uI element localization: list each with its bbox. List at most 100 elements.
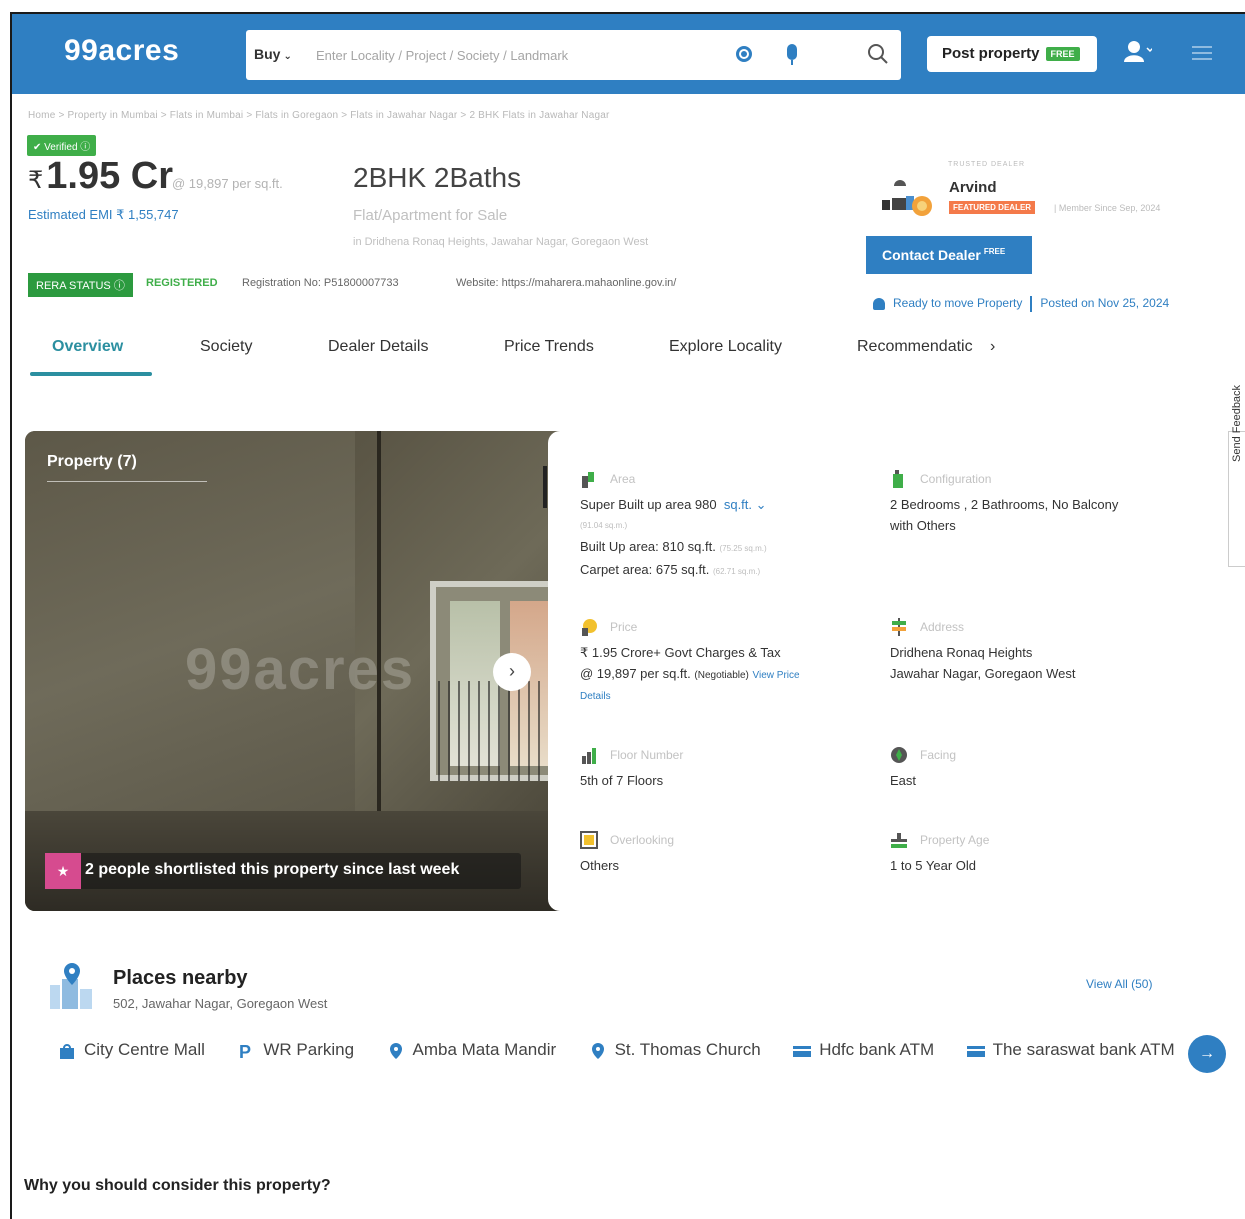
property-title: 2BHK 2Baths [353, 162, 522, 193]
place-chip-label: Amba Mata Mandir [412, 1040, 557, 1059]
hamburger-menu-icon[interactable] [1192, 46, 1212, 60]
unit-dropdown[interactable]: sq.ft. [724, 497, 752, 512]
price-value: 1.95 Cr [46, 155, 174, 197]
tab-price-trends[interactable]: Price Trends [504, 338, 594, 356]
search-icon[interactable] [866, 42, 890, 66]
star-icon: ★ [45, 853, 81, 889]
built-area-sqm: (75.25 sq.m.) [719, 544, 767, 553]
active-tab-indicator [30, 372, 152, 376]
tab-overview[interactable]: Overview [52, 338, 123, 356]
post-property-label: Post property [942, 45, 1040, 62]
details-panel-marker [543, 466, 547, 508]
price-values: ₹ 1.95 Crore+ Govt Charges & Tax @ 19,89… [580, 642, 800, 707]
map-pin-icon [389, 1042, 402, 1059]
buy-label: Buy [254, 46, 281, 62]
facing-value: East [890, 773, 917, 788]
floor-icon [582, 748, 596, 764]
tab-dealer-details[interactable]: Dealer Details [328, 338, 428, 356]
post-property-button[interactable]: Post property FREE [927, 36, 1097, 72]
send-feedback-label: Send Feedback [1231, 384, 1243, 462]
mic-icon[interactable] [787, 44, 797, 65]
rera-registered: REGISTERED [146, 277, 218, 289]
place-chip[interactable]: St. Thomas Church [589, 1040, 761, 1060]
contact-dealer-label: Contact Dealer [882, 247, 981, 263]
floor-value: 5th of 7 Floors [580, 773, 664, 788]
place-chip-label: WR Parking [263, 1040, 355, 1059]
tab-explore-locality[interactable]: Explore Locality [669, 338, 782, 356]
search-box: Buy ⌄ [246, 30, 901, 80]
places-nearby-subtitle: 502, Jawahar Nagar, Goregaon West [113, 996, 328, 1011]
compass-icon [891, 747, 907, 763]
property-gallery[interactable]: Property (7) 99acres › ★ 2 people shortl… [25, 431, 585, 911]
area-icon [582, 472, 594, 488]
place-chip[interactable]: P WR Parking [237, 1040, 354, 1060]
places-nearby-title: Places nearby [113, 967, 248, 989]
watermark: 99acres [185, 637, 416, 702]
featured-dealer-badge: FEATURED DEALER [949, 201, 1036, 214]
place-chip[interactable]: Hdfc bank ATM [793, 1040, 934, 1060]
atm-card-icon [793, 1045, 812, 1057]
price-label: Price [610, 620, 638, 634]
configuration-icon [893, 470, 903, 488]
place-chip[interactable]: The saraswat bank ATM [966, 1040, 1175, 1060]
price-details-link[interactable]: Details [580, 686, 800, 707]
gallery-next-button[interactable]: › [493, 653, 531, 691]
places-nearby-icon [50, 963, 92, 1009]
address-values: Dridhena Ronaq Heights Jawahar Nagar, Go… [890, 642, 1075, 684]
area-label: Area [610, 472, 636, 486]
logo[interactable]: 99acres [64, 34, 179, 68]
super-area: Super Built up area 980 [580, 497, 717, 512]
super-area-sqm: (91.04 sq.m.) [580, 521, 628, 530]
status-line: Ready to move Property Posted on Nov 25, … [873, 296, 1169, 312]
place-chip[interactable]: Amba Mata Mandir [387, 1040, 557, 1060]
places-scroll-right-button[interactable]: → [1188, 1035, 1226, 1073]
window-icon [580, 831, 598, 849]
rera-registration-number: Registration No: P51800007733 [242, 277, 399, 289]
carpet-area-sqm: (62.71 sq.m.) [712, 567, 761, 576]
buy-dropdown[interactable]: Buy ⌄ [254, 46, 292, 62]
places-chip-list: City Centre Mall P WR Parking Amba Mata M… [58, 1040, 1198, 1070]
built-area: Built Up area: 810 sq.ft. [580, 539, 716, 554]
property-type: Flat/Apartment for Sale [353, 207, 508, 224]
configuration-line1: 2 Bedrooms , 2 Bathrooms, No Balcony [890, 497, 1119, 512]
signpost-icon [892, 618, 906, 636]
contact-free-tag: FREE [983, 247, 1006, 257]
tabs-next-icon[interactable]: › [990, 338, 995, 356]
rera-website[interactable]: Website: https://maharera.mahaonline.gov… [456, 277, 676, 289]
tab-recommendations[interactable]: Recommendatic [857, 338, 973, 356]
verified-badge: ✔ Verified ⓘ [27, 135, 97, 156]
shortlist-text: 2 people shortlisted this property since… [85, 861, 460, 878]
gallery-title-underline [47, 481, 207, 482]
property-location: in Dridhena Ronaq Heights, Jawahar Nagar… [353, 236, 649, 248]
send-feedback-tab[interactable]: Send Feedback [1228, 385, 1245, 567]
configuration-label: Configuration [920, 472, 992, 486]
ready-to-move: Ready to move Property [893, 296, 1023, 311]
shortlist-banner: ★ 2 people shortlisted this property sin… [45, 853, 521, 889]
dealer-name[interactable]: Arvind [949, 179, 997, 196]
user-icon[interactable] [1122, 38, 1152, 68]
facing-label: Facing [920, 748, 957, 762]
rera-badge-label: RERA STATUS [36, 280, 111, 292]
contact-dealer-button[interactable]: Contact Dealer FREE [866, 236, 1032, 274]
price-tag-icon [582, 619, 597, 636]
member-since: | Member Since Sep, 2024 [1054, 203, 1161, 213]
view-all-link[interactable]: View All (50) [1086, 977, 1152, 991]
property-age-value: 1 to 5 Year Old [890, 858, 977, 873]
place-chip-label: Hdfc bank ATM [819, 1040, 935, 1059]
tab-society[interactable]: Society [200, 338, 252, 356]
place-chip[interactable]: City Centre Mall [58, 1040, 205, 1060]
place-chip-label: The saraswat bank ATM [992, 1040, 1175, 1059]
price-line2: @ 19,897 per sq.ft. [580, 666, 691, 681]
address-label: Address [920, 620, 965, 634]
address-line1: Dridhena Ronaq Heights [890, 645, 1033, 660]
breadcrumb[interactable]: Home > Property in Mumbai > Flats in Mum… [28, 110, 610, 121]
chevron-down-icon: ⌄ [283, 51, 292, 62]
frame-left-line [10, 12, 12, 1219]
emi-link[interactable]: Estimated EMI ₹ 1,55,747 [28, 207, 179, 223]
view-price-link[interactable]: View Price [753, 670, 800, 681]
locate-icon[interactable] [736, 46, 752, 62]
search-input[interactable] [316, 44, 716, 66]
chevron-down-icon[interactable]: ⌄ [752, 497, 767, 512]
dealer-avatar-icon [882, 180, 932, 216]
negotiable: (Negotiable) [694, 670, 749, 681]
